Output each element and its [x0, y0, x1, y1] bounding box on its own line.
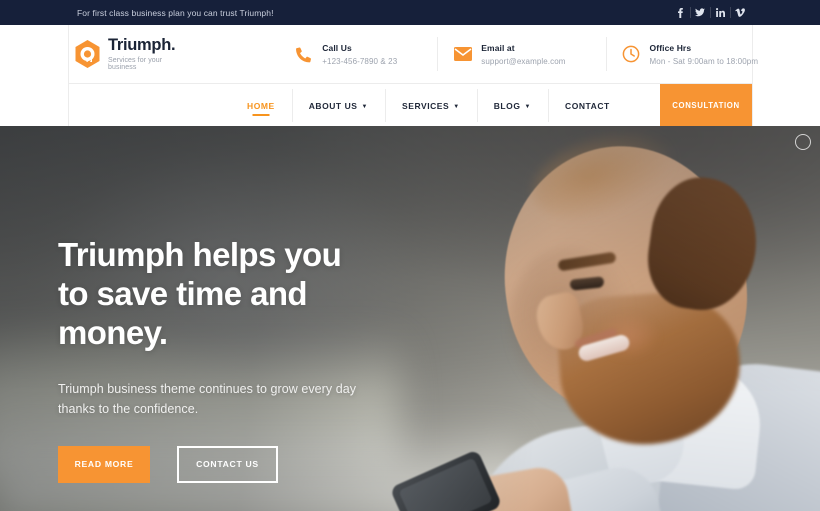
hero-banner: Triumph helps you to save time and money…: [0, 126, 820, 511]
contact-value: support@example.com: [481, 56, 566, 66]
brand-tagline: Services for your business: [108, 56, 163, 71]
hero-title-line-3: money.: [58, 313, 168, 351]
contact-label: Call Us: [322, 42, 352, 53]
nav-item-blog[interactable]: BLOG ▼: [476, 84, 548, 127]
slider-nav-circle-icon[interactable]: [795, 134, 811, 150]
facebook-icon[interactable]: [670, 0, 690, 25]
main-navigation: HOME ABOUT US ▼ SERVICES ▼ BLOG ▼ CONTAC…: [230, 84, 627, 127]
hero-title: Triumph helps you to save time and money…: [58, 236, 478, 353]
twitter-icon[interactable]: [690, 0, 710, 25]
nav-label: ABOUT US: [308, 100, 358, 111]
contact-value: Mon - Sat 9:00am to 18:00pm: [649, 56, 759, 66]
clock-icon: [622, 45, 641, 64]
chevron-down-icon: ▼: [361, 103, 368, 110]
brand-text: Triumph. Services for your business: [108, 36, 176, 71]
hero-buttons: READ MORE CONTACT US: [58, 445, 478, 483]
nav-item-about-us[interactable]: ABOUT US ▼: [291, 84, 385, 127]
envelope-icon: [453, 45, 472, 64]
phone-icon: [294, 45, 313, 64]
hero-content: Triumph helps you to save time and money…: [58, 236, 478, 483]
hero-subtitle-line-2: thanks to the confidence.: [58, 401, 199, 416]
contact-email-text: Email at support@example.com: [481, 43, 565, 66]
vimeo-icon[interactable]: [730, 0, 750, 25]
brand-name: Triumph.: [108, 36, 176, 55]
hexagon-logo-icon: [74, 39, 101, 69]
contact-office-hours[interactable]: Office Hrs Mon - Sat 9:00am to 18:00pm: [605, 33, 759, 75]
chevron-down-icon: ▼: [524, 103, 531, 110]
nav-label: CONTACT: [565, 100, 610, 111]
read-more-button[interactable]: READ MORE: [58, 445, 150, 483]
top-announcement-bar: For first class business plan you can tr…: [0, 0, 820, 25]
landing-page: For first class business plan you can tr…: [0, 0, 820, 511]
contact-label: Office Hrs: [649, 42, 692, 53]
chevron-down-icon: ▼: [453, 103, 460, 110]
header-top-row: Triumph. Services for your business Call…: [69, 25, 758, 83]
linkedin-icon[interactable]: [710, 0, 730, 25]
contact-email[interactable]: Email at support@example.com: [437, 33, 565, 75]
nav-item-contact[interactable]: CONTACT: [548, 84, 627, 127]
contact-value: +123-456-7890 & 23: [322, 56, 398, 66]
nav-item-home[interactable]: HOME: [230, 84, 292, 127]
hero-subtitle: Triumph business theme continues to grow…: [58, 379, 478, 419]
social-links: [670, 0, 750, 25]
active-nav-underline: [252, 114, 270, 116]
contact-call-text: Call Us +123-456-7890 & 23: [322, 43, 397, 66]
contact-call-us[interactable]: Call Us +123-456-7890 & 23: [278, 33, 397, 75]
contact-us-button[interactable]: CONTACT US: [177, 445, 278, 483]
contact-hours-text: Office Hrs Mon - Sat 9:00am to 18:00pm: [650, 43, 759, 66]
hero-subtitle-line-1: Triumph business theme continues to grow…: [58, 381, 357, 396]
hero-title-line-2: to save time and: [58, 274, 308, 312]
nav-label: HOME: [247, 100, 275, 111]
brand-logo[interactable]: Triumph. Services for your business: [69, 36, 176, 71]
hero-title-line-1: Triumph helps you: [58, 236, 342, 273]
nav-label: SERVICES: [402, 100, 450, 111]
contact-label: Email at: [481, 42, 515, 53]
navigation-row: HOME ABOUT US ▼ SERVICES ▼ BLOG ▼ CONTAC…: [69, 83, 752, 127]
nav-label: BLOG: [493, 100, 521, 111]
consultation-button[interactable]: CONSULTATION: [660, 84, 752, 127]
nav-item-services[interactable]: SERVICES ▼: [385, 84, 477, 127]
site-header: Triumph. Services for your business Call…: [68, 25, 758, 127]
top-bar-message: For first class business plan you can tr…: [77, 7, 274, 18]
